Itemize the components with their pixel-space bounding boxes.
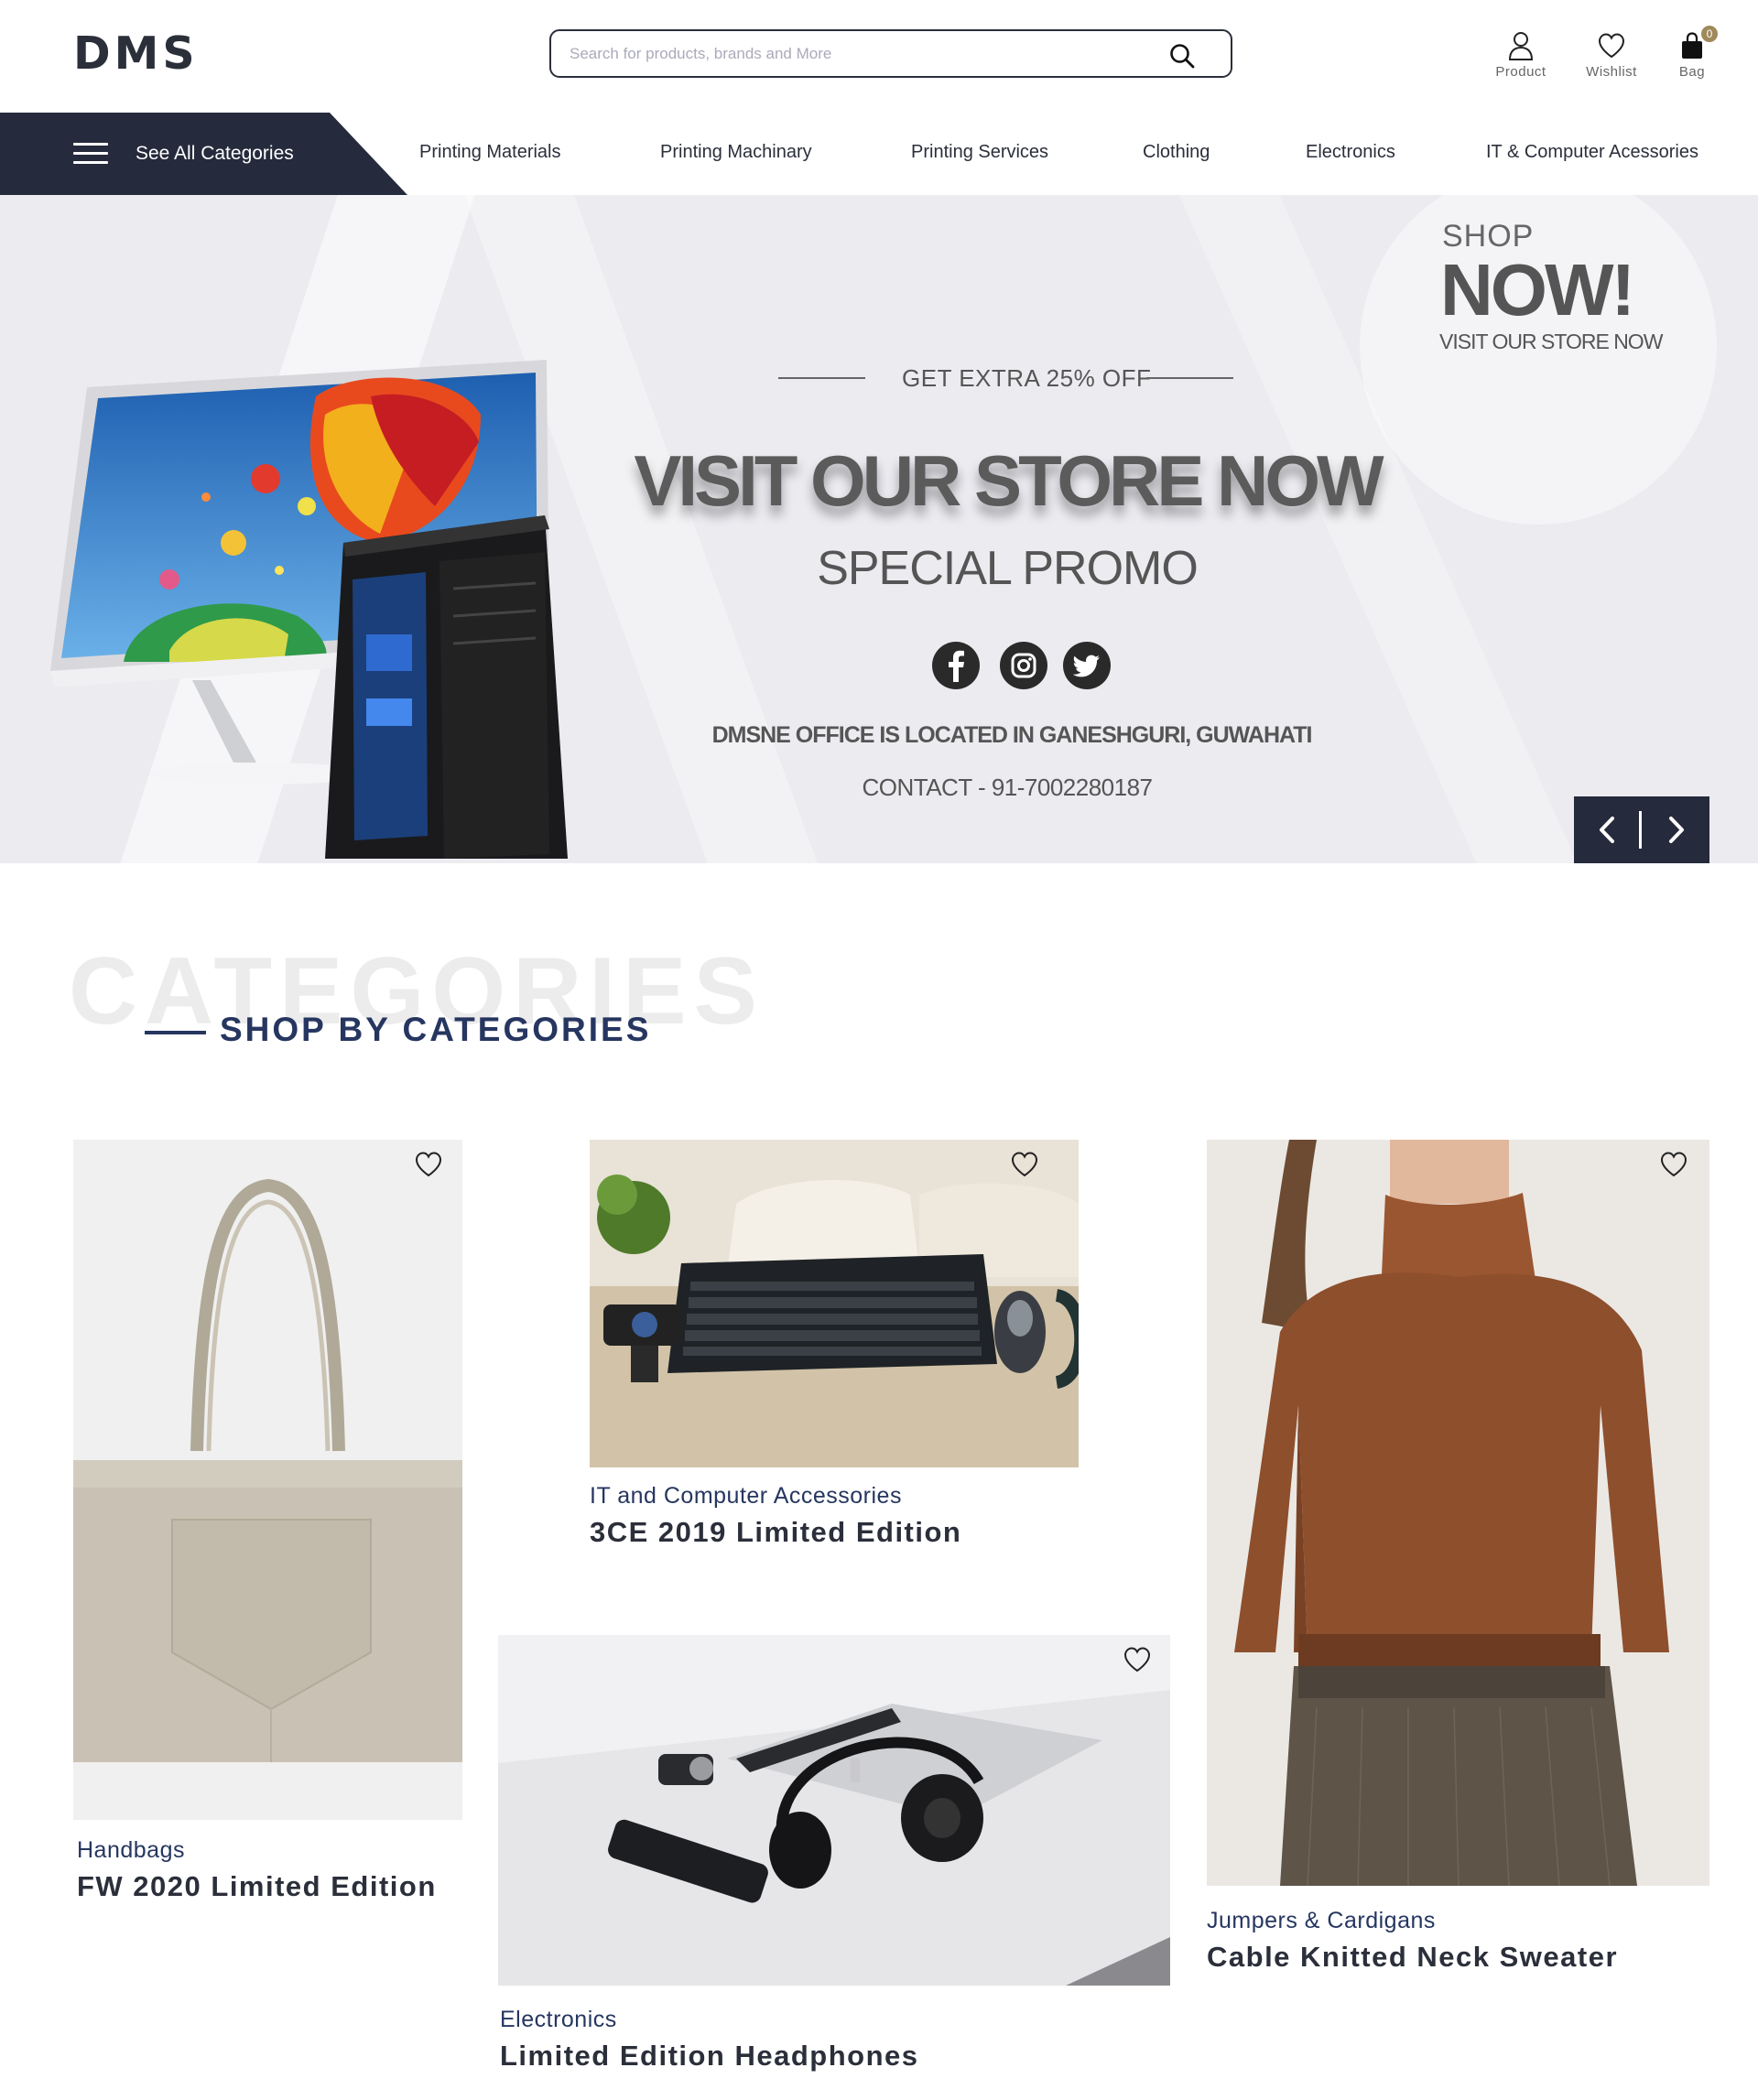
twitter-icon[interactable] [1063,642,1111,689]
main-nav: See All Categories Printing Materials Pr… [0,113,1758,195]
category-card-handbags[interactable]: Handbags FW 2020 Limited Edition [73,1140,462,1918]
hero-headline: VISIT OUR STORE NOW [634,440,1384,521]
offer-divider-right [1146,377,1233,379]
search-bar[interactable] [549,29,1232,78]
nav-link-printing-services[interactable]: Printing Services [911,142,1048,163]
search-icon[interactable] [1168,42,1196,74]
wishlist-button[interactable]: Wishlist [1575,31,1648,80]
wishlist-heart-icon[interactable] [1659,1151,1688,1183]
shopping-bag-icon [1655,31,1729,60]
hamburger-menu-icon[interactable] [73,143,108,165]
category-card-electronics[interactable]: Electronics Limited Edition Headphones [498,1635,1170,2074]
bag-button[interactable]: 0 Bag [1655,26,1729,80]
slider-controls [1574,796,1709,863]
bag-label: Bag [1678,64,1706,80]
user-icon [1484,31,1557,60]
product-account-button[interactable]: Product [1484,31,1557,80]
site-header: DMS Product Wishlist 0 Bag [0,0,1758,113]
offer-divider-left [778,377,865,379]
wishlist-heart-icon[interactable] [414,1151,443,1183]
category-card-it-accessories[interactable]: IT and Computer Accessories 3CE 2019 Lim… [590,1140,1079,1561]
chevron-left-icon [1574,817,1640,863]
visit-store-small-label: VISIT OUR STORE NOW [1439,330,1663,353]
nav-link-printing-materials[interactable]: Printing Materials [419,142,561,163]
offer-text: GET EXTRA 25% OFF [902,364,1152,392]
wishlist-heart-icon[interactable] [1123,1646,1152,1678]
desktop-computer-image [50,360,568,859]
office-location: DMSNE OFFICE IS LOCATED IN GANESHGURI, G… [711,722,1313,748]
keyboard-image [590,1140,1079,1467]
nav-link-clothing[interactable]: Clothing [1143,142,1210,163]
card-product-title[interactable]: Limited Edition Headphones [500,2040,919,2073]
product-label: Product [1495,64,1546,80]
bag-count-badge: 0 [1701,26,1718,42]
facebook-icon[interactable] [932,642,980,689]
wishlist-heart-icon[interactable] [1010,1151,1039,1183]
wishlist-label: Wishlist [1586,64,1637,80]
hero-banner: SHOP NOW! VISIT OUR STORE NOW GET EXTRA … [0,195,1758,863]
hero-promo: SPECIAL PROMO [817,542,1199,595]
instagram-icon[interactable] [1000,642,1047,689]
card-category-label: IT and Computer Accessories [590,1483,902,1509]
chevron-right-icon [1644,817,1709,863]
card-category-label: Electronics [500,2007,617,2032]
card-product-title[interactable]: 3CE 2019 Limited Edition [590,1516,961,1549]
now-label: NOW! [1440,249,1635,330]
nav-link-printing-machinary[interactable]: Printing Machinary [660,142,812,163]
card-product-title[interactable]: Cable Knitted Neck Sweater [1207,1941,1618,1974]
section-title-line [145,1031,206,1034]
shop-now-badge[interactable]: SHOP NOW! VISIT OUR STORE NOW [1439,219,1663,354]
see-all-categories-label: See All Categories [136,143,294,164]
nav-link-electronics[interactable]: Electronics [1306,142,1395,163]
card-product-title[interactable]: FW 2020 Limited Edition [77,1870,437,1903]
heart-icon [1575,31,1648,60]
slider-next-button[interactable] [1644,796,1709,863]
category-card-jumpers-cardigans[interactable]: Jumpers & Cardigans Cable Knitted Neck S… [1207,1140,1709,1982]
card-category-label: Jumpers & Cardigans [1207,1908,1436,1933]
headphones-image [498,1635,1170,1986]
slider-prev-button[interactable] [1574,796,1640,863]
see-all-categories-button[interactable]: See All Categories [0,113,407,195]
site-logo[interactable]: DMS [73,27,199,80]
section-title: SHOP BY CATEGORIES [220,1011,652,1048]
slider-divider [1639,811,1642,849]
handbag-image [73,1140,462,1820]
card-category-label: Handbags [77,1837,185,1863]
nav-link-it-computer-accessories[interactable]: IT & Computer Acessories [1486,142,1698,163]
sweater-image [1207,1140,1709,1886]
search-input[interactable] [570,42,1156,66]
contact-number: CONTACT - 91-7002280187 [862,774,1153,801]
